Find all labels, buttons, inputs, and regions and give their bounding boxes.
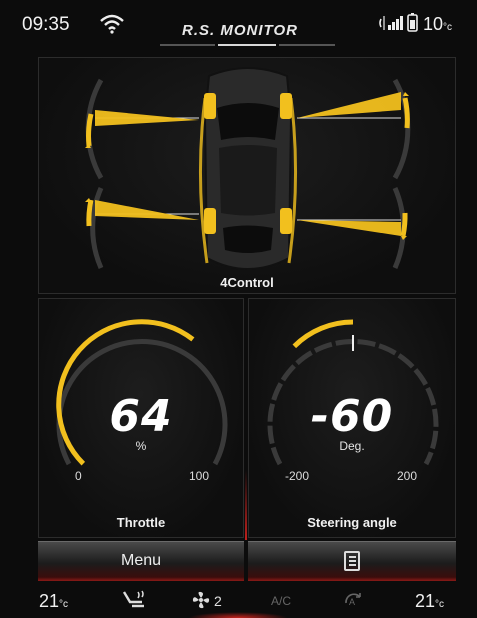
fourcontrol-diagram bbox=[85, 67, 411, 270]
seat-heater-icon[interactable] bbox=[120, 588, 148, 610]
bottom-glow bbox=[188, 612, 288, 618]
outside-temperature: 10°c bbox=[423, 14, 453, 34]
steering-min: -200 bbox=[285, 469, 310, 483]
clock: 09:35 bbox=[22, 14, 70, 35]
throttle-panel[interactable]: 64 % 0 100 Throttle bbox=[38, 298, 244, 538]
connectivity-icons bbox=[379, 13, 418, 32]
menu-button[interactable]: Menu bbox=[38, 541, 244, 581]
list-icon bbox=[344, 551, 360, 571]
steering-unit: Deg. bbox=[339, 439, 365, 453]
rs-monitor-screen: 09:35 R.S. MONITOR 10°c 4Control 64 % 0 … bbox=[0, 0, 477, 618]
rear-right-wheel-gauge bbox=[297, 187, 408, 269]
steering-value: -60 bbox=[310, 391, 394, 442]
throttle-unit: % bbox=[135, 439, 147, 453]
rear-left-wheel-gauge bbox=[85, 187, 199, 269]
steering-panel[interactable]: -60 Deg. -200 200 Steering angle bbox=[248, 298, 456, 538]
fan-icon[interactable] bbox=[190, 590, 212, 610]
steering-max: 200 bbox=[397, 469, 418, 483]
signal-icon bbox=[388, 16, 403, 30]
status-bar: 09:35 R.S. MONITOR 10°c bbox=[0, 0, 477, 52]
auto-climate-icon[interactable]: A bbox=[342, 589, 364, 611]
list-button[interactable] bbox=[248, 541, 456, 581]
left-temperature[interactable]: 21°c bbox=[39, 591, 68, 612]
bluetooth-icon bbox=[379, 16, 385, 30]
page-indicator bbox=[160, 44, 335, 47]
svg-text:A: A bbox=[349, 597, 355, 607]
fourcontrol-panel: 4Control bbox=[38, 57, 456, 294]
throttle-label: Throttle bbox=[116, 515, 166, 530]
car-top-view bbox=[198, 67, 298, 270]
ac-button[interactable]: A/C bbox=[271, 594, 291, 608]
fan-level: 2 bbox=[214, 593, 222, 609]
menu-button-label: Menu bbox=[120, 552, 162, 569]
front-left-wheel-gauge bbox=[85, 78, 199, 180]
steering-label: Steering angle bbox=[307, 515, 397, 530]
right-temperature[interactable]: 21°c bbox=[415, 591, 444, 612]
throttle-min: 0 bbox=[75, 469, 82, 483]
page-title: R.S. MONITOR bbox=[182, 22, 298, 39]
throttle-max: 100 bbox=[189, 469, 210, 483]
fourcontrol-label: 4Control bbox=[220, 275, 274, 290]
throttle-value: 64 bbox=[109, 391, 173, 442]
front-right-wheel-gauge bbox=[297, 78, 411, 180]
battery-icon bbox=[407, 13, 418, 32]
divider-glow bbox=[245, 470, 247, 540]
menu-bar: Menu bbox=[38, 541, 456, 581]
wifi-icon bbox=[100, 14, 124, 34]
